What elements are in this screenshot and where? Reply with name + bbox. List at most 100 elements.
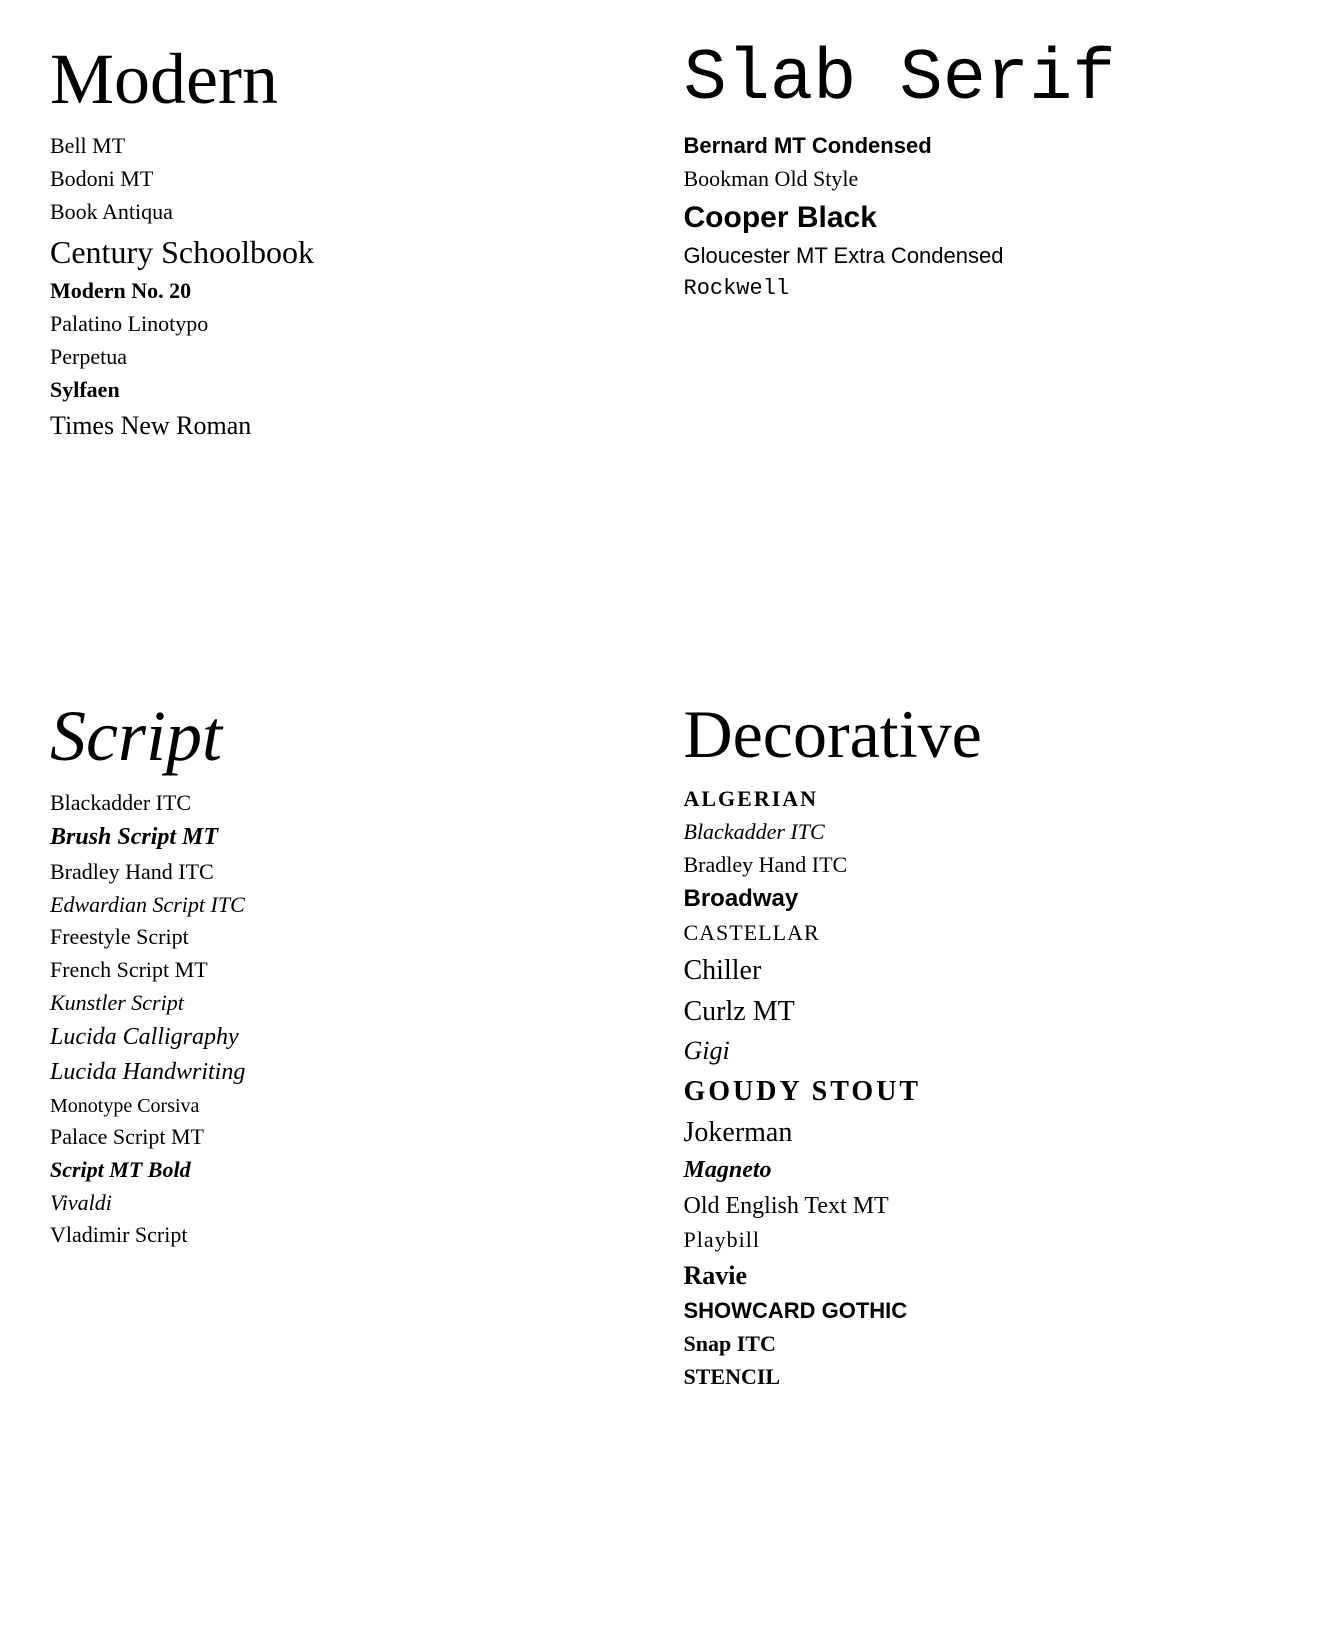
font-modern-no20: Modern No. 20 [50, 278, 191, 303]
list-item: Blackadder ITC [50, 788, 644, 819]
list-item: Kunstler Script [50, 988, 644, 1019]
list-item: Bell MT [50, 131, 644, 162]
font-lucida-handwriting: Lucida Handwriting [50, 1059, 245, 1085]
list-item: Century Schoolbook [50, 230, 644, 275]
modern-font-list: Bell MT Bodoni MT Book Antiqua Century S… [50, 131, 644, 444]
font-book-antiqua: Book Antiqua [50, 199, 173, 224]
list-item: Ravie [684, 1258, 1278, 1294]
font-edwardian: Edwardian Script ITC [50, 892, 245, 917]
font-bookman: Bookman Old Style [684, 166, 859, 191]
font-gigi: Gigi [684, 1036, 730, 1065]
font-brush-script: Brush Script MT [50, 824, 218, 850]
list-item: Perpetua [50, 342, 644, 373]
list-item: Monotype Corsiva [50, 1092, 644, 1120]
list-item: SHOWCARD GOTHIC [684, 1296, 1278, 1327]
list-item: Snap ITC [684, 1329, 1278, 1360]
list-item: Bookman Old Style [684, 164, 1278, 195]
font-dec-blackadder: Blackadder ITC [684, 819, 825, 844]
list-item: Bernard MT Condensed [684, 131, 1278, 162]
font-gloucester: Gloucester MT Extra Condensed [684, 243, 1004, 268]
font-kunstler: Kunstler Script [50, 990, 184, 1015]
font-blackadder: Blackadder ITC [50, 790, 191, 815]
list-item: Vivaldi [50, 1188, 644, 1219]
list-item: Palace Script MT [50, 1122, 644, 1153]
list-item: Playbill [684, 1225, 1278, 1256]
font-castellar: CASTELLAR [684, 920, 820, 945]
font-times-new-roman: Times New Roman [50, 411, 251, 440]
font-playbill: Playbill [684, 1227, 760, 1252]
font-cooper-black: Cooper Black [684, 201, 877, 234]
font-chiller: Chiller [684, 955, 762, 986]
list-item: French Script MT [50, 955, 644, 986]
list-item: STENCIL [684, 1362, 1278, 1393]
list-item: Sylfaen [50, 375, 644, 406]
font-palatino: Palatino Linotypo [50, 311, 208, 336]
list-item: Jokerman [684, 1113, 1278, 1152]
modern-section: Modern Bell MT Bodoni MT Book Antiqua Ce… [30, 20, 664, 677]
list-item: Brush Script MT [50, 821, 644, 855]
slab-serif-font-list: Bernard MT Condensed Bookman Old Style C… [684, 131, 1278, 304]
font-snap-itc: Snap ITC [684, 1331, 776, 1356]
list-item: Script MT Bold [50, 1155, 644, 1186]
font-broadway: Broadway [684, 885, 799, 912]
font-ravie: Ravie [684, 1261, 748, 1290]
script-font-list: Blackadder ITC Brush Script MT Bradley H… [50, 788, 644, 1251]
list-item: Edwardian Script ITC [50, 890, 644, 921]
list-item: Cooper Black [684, 197, 1278, 239]
script-title: Script [50, 697, 644, 776]
list-item: Palatino Linotypo [50, 309, 644, 340]
font-magneto: Magneto [684, 1157, 772, 1183]
list-item: GOUDY STOUT [684, 1072, 1278, 1111]
list-item: Gigi [684, 1033, 1278, 1069]
font-lucida-calligraphy: Lucida Calligraphy [50, 1024, 239, 1050]
font-stencil: STENCIL [684, 1364, 781, 1389]
font-bodoni-mt: Bodoni MT [50, 166, 153, 191]
font-sylfaen: Sylfaen [50, 377, 120, 402]
list-item: Blackadder ITC [684, 817, 1278, 848]
list-item: Bodoni MT [50, 164, 644, 195]
font-showcard: SHOWCARD GOTHIC [684, 1298, 908, 1323]
list-item: Chiller [684, 951, 1278, 990]
font-vladimir: Vladimir Script [50, 1222, 187, 1247]
slab-serif-section: Slab Serif Bernard MT Condensed Bookman … [664, 20, 1298, 677]
list-item: Rockwell [684, 274, 1278, 305]
modern-title: Modern [50, 40, 644, 119]
font-bell-mt: Bell MT [50, 133, 125, 158]
list-item: Freestyle Script [50, 922, 644, 953]
list-item: Book Antiqua [50, 197, 644, 228]
list-item: Old English Text MT [684, 1190, 1278, 1224]
font-century-schoolbook: Century Schoolbook [50, 234, 314, 270]
decorative-font-list: ALGERIAN Blackadder ITC Bradley Hand ITC… [684, 784, 1278, 1393]
font-dec-bradley: Bradley Hand ITC [684, 852, 848, 877]
font-script-mt-bold: Script MT Bold [50, 1157, 191, 1182]
list-item: ALGERIAN [684, 784, 1278, 815]
list-item: Gloucester MT Extra Condensed [684, 241, 1278, 272]
list-item: Bradley Hand ITC [684, 850, 1278, 881]
list-item: Times New Roman [50, 408, 644, 444]
font-jokerman: Jokerman [684, 1117, 793, 1148]
font-vivaldi: Vivaldi [50, 1190, 112, 1215]
list-item: Curlz MT [684, 992, 1278, 1031]
font-palace-script: Palace Script MT [50, 1124, 204, 1149]
list-item: Lucida Calligraphy [50, 1021, 644, 1055]
font-monotype-corsiva: Monotype Corsiva [50, 1095, 199, 1117]
font-french-script: French Script MT [50, 957, 208, 982]
font-perpetua: Perpetua [50, 344, 127, 369]
list-item: Lucida Handwriting [50, 1056, 644, 1090]
font-curlz: Curlz MT [684, 996, 795, 1027]
list-item: Vladimir Script [50, 1220, 644, 1251]
decorative-title: Decorative [684, 697, 1278, 772]
font-old-english: Old English Text MT [684, 1193, 889, 1219]
font-algerian: ALGERIAN [684, 786, 819, 811]
list-item: Magneto [684, 1154, 1278, 1188]
slab-serif-title: Slab Serif [684, 40, 1278, 119]
list-item: CASTELLAR [684, 918, 1278, 949]
list-item: Broadway [684, 882, 1278, 916]
decorative-section: Decorative ALGERIAN Blackadder ITC Bradl… [664, 677, 1298, 1626]
font-bernard-mt: Bernard MT Condensed [684, 133, 932, 158]
script-section: Script Blackadder ITC Brush Script MT Br… [30, 677, 664, 1626]
font-rockwell: Rockwell [684, 276, 790, 301]
list-item: Modern No. 20 [50, 276, 644, 307]
font-bradley-hand: Bradley Hand ITC [50, 859, 214, 884]
font-goudy-stout: GOUDY STOUT [684, 1076, 922, 1107]
